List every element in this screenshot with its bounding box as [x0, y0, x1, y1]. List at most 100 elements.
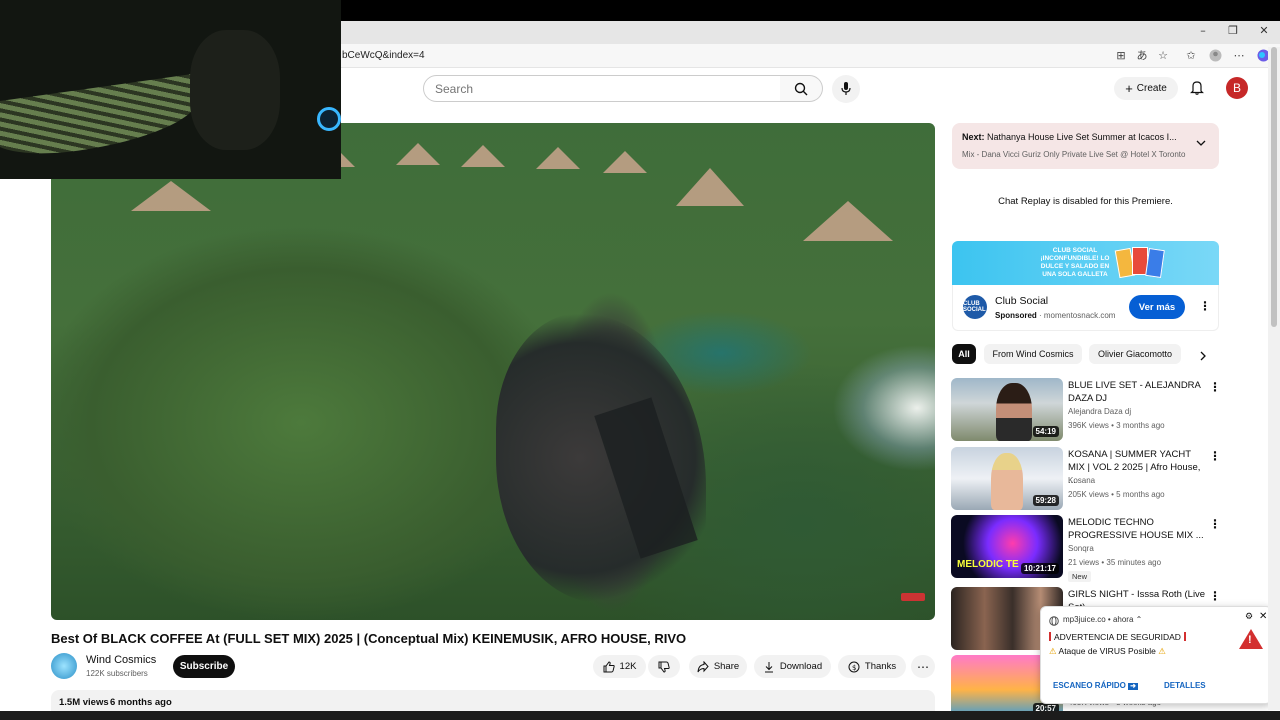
download-label: Download — [779, 661, 823, 672]
recommendation-item[interactable]: MELODIC TE 10:21:17 MELODIC TECHNO PROGR… — [951, 515, 1221, 582]
tent-roof — [536, 147, 580, 169]
webcam-overlay — [0, 0, 341, 179]
close-icon[interactable]: ✕ — [1259, 611, 1267, 622]
translate-icon[interactable]: あ — [1135, 49, 1149, 63]
ad-menu-icon[interactable]: ⋮ — [1199, 300, 1211, 312]
recommendation-item[interactable]: 59:28 KOSANA | SUMMER YACHT MIX | VOL 2 … — [951, 447, 1221, 511]
quick-scan-button[interactable]: ESCANEO RÁPIDO ➜ — [1053, 681, 1139, 690]
maximize-button[interactable]: ❐ — [1218, 24, 1248, 37]
ad-sponsored-label: Sponsored — [995, 311, 1037, 320]
popup-line1-text: ADVERTENCIA DE SEGURIDAD — [1054, 632, 1181, 642]
red-bar-icon — [1049, 632, 1051, 641]
create-label: Create — [1136, 83, 1167, 94]
download-button[interactable]: Download — [754, 655, 831, 678]
thanks-label: Thanks — [864, 661, 897, 672]
recommendation-item[interactable]: 54:19 BLUE LIVE SET - ALEJANDRA DAZA DJ … — [951, 378, 1221, 442]
search-box[interactable] — [423, 75, 781, 102]
dislike-button[interactable] — [648, 655, 680, 678]
recommendation-channel: Sonqra — [1068, 544, 1094, 553]
account-avatar[interactable]: B — [1226, 77, 1248, 99]
tent-roof — [461, 145, 505, 167]
tent-roof — [396, 143, 440, 165]
url-text[interactable]: bCeWcQ&index=4 — [342, 50, 425, 61]
create-button[interactable]: + Create — [1114, 77, 1178, 100]
video-thumbnail[interactable]: MELODIC TE 10:21:17 — [951, 515, 1063, 578]
recommendation-menu-icon[interactable]: ⋮ — [1209, 381, 1221, 393]
chip-olivier[interactable]: Olivier Giacomotto — [1089, 344, 1181, 364]
subscriber-count: 122K subscribers — [86, 669, 148, 678]
next-up-title-line: Next: Nathanya House Live Set Summer at … — [962, 132, 1177, 142]
extensions-icon[interactable]: ✩ — [1184, 49, 1198, 63]
quick-scan-label: ESCANEO RÁPIDO — [1053, 681, 1126, 690]
chevron-down-icon[interactable] — [1195, 137, 1207, 149]
minimize-button[interactable]: – — [1188, 24, 1218, 37]
ad-cta-button[interactable]: Ver más — [1129, 295, 1185, 319]
upload-age: 6 months ago — [110, 697, 172, 708]
ad-domain: momentosnack.com — [1043, 311, 1116, 320]
recommendation-menu-icon[interactable]: ⋮ — [1209, 450, 1221, 462]
channel-name[interactable]: Wind Cosmics — [86, 654, 156, 666]
warning-icon: ⚠ — [1049, 647, 1057, 657]
recommendation-title: BLUE LIVE SET - ALEJANDRA DAZA DJ — [1068, 380, 1201, 404]
tent-roof — [676, 168, 744, 206]
search-input[interactable] — [424, 76, 744, 101]
taskbar — [0, 711, 1280, 720]
ad-banner-text: CLUB SOCIAL ¡INCONFUNDIBLE! LO DULCE Y S… — [1040, 247, 1110, 278]
thanks-icon: $ — [848, 661, 860, 672]
popup-source-time: ahora — [1112, 615, 1134, 624]
favorite-star-icon[interactable]: ☆ — [1156, 49, 1170, 63]
bell-icon — [1190, 81, 1204, 95]
close-window-button[interactable]: ✕ — [1249, 24, 1279, 37]
view-count: 1.5M views — [59, 697, 109, 708]
thumbnail-person — [991, 453, 1023, 510]
more-menu-icon[interactable]: ⋯ — [1232, 49, 1246, 63]
details-button[interactable]: DETALLES — [1164, 681, 1206, 690]
globe-icon — [1049, 616, 1059, 626]
tent-roof — [603, 151, 647, 173]
voice-search-button[interactable] — [832, 75, 860, 103]
settings-gear-icon[interactable]: ⚙ — [1245, 612, 1253, 622]
thumbnail-text: MELODIC TE — [957, 559, 1019, 570]
video-title: Best Of BLACK COFFEE At (FULL SET MIX) 2… — [51, 631, 687, 646]
ad-logo: CLUB SOCIAL — [963, 295, 987, 319]
recommendation-menu-icon[interactable]: ⋮ — [1209, 518, 1221, 530]
tent-roof — [131, 181, 211, 211]
chevron-right-icon[interactable] — [1198, 351, 1208, 361]
video-player[interactable] — [51, 123, 935, 620]
chat-replay-message: Chat Replay is disabled for this Premier… — [998, 196, 1173, 207]
microphone-icon — [841, 82, 851, 95]
video-thumbnail[interactable]: 59:28 — [951, 447, 1063, 510]
page-scrollbar[interactable] — [1268, 47, 1280, 710]
notification-popup[interactable]: mp3juice.co • ahora ⌃ ⚙ ✕ ADVERTENCIA DE… — [1040, 606, 1272, 704]
chip-all[interactable]: All — [952, 344, 976, 364]
next-up-panel[interactable]: Next: Nathanya House Live Set Summer at … — [952, 123, 1219, 169]
popup-line2-text: Ataque de VIRUS Posible — [1058, 646, 1156, 656]
chip-from-channel[interactable]: From Wind Cosmics — [984, 344, 1082, 364]
thumbs-up-icon — [603, 660, 615, 672]
profile-icon[interactable] — [1208, 49, 1222, 63]
video-thumbnail[interactable]: 54:19 — [951, 378, 1063, 441]
scrollbar-thumb[interactable] — [1271, 47, 1277, 327]
arrow-badge-icon: ➜ — [1128, 683, 1139, 690]
popup-source-domain: mp3juice.co — [1063, 615, 1106, 624]
subscribe-button[interactable]: Subscribe — [173, 655, 235, 678]
share-button[interactable]: Share — [689, 655, 747, 678]
search-button[interactable] — [780, 75, 823, 102]
recommendation-meta: 205K views • 5 months ago — [1068, 490, 1165, 499]
channel-avatar[interactable] — [51, 653, 77, 679]
ad-product-image — [1145, 248, 1165, 278]
notifications-button[interactable] — [1190, 80, 1204, 100]
thumbnail-person — [996, 383, 1032, 441]
recommendation-channel: Kosana — [1068, 476, 1096, 485]
apps-icon[interactable]: ⊞ — [1114, 49, 1128, 63]
like-button[interactable]: 12K — [593, 655, 646, 678]
ad-name: Club Social — [995, 295, 1049, 307]
next-up-subtitle: Mix - Dana Vicci Guriz Only Private Live… — [962, 150, 1186, 159]
ad-banner[interactable]: CLUB SOCIAL ¡INCONFUNDIBLE! LO DULCE Y S… — [952, 241, 1219, 285]
recommendation-menu-icon[interactable]: ⋮ — [1209, 590, 1221, 602]
ad-info-row[interactable]: CLUB SOCIAL Club Social Sponsored · mome… — [952, 285, 1219, 331]
tent-roof — [803, 201, 893, 241]
thanks-button[interactable]: $ Thanks — [838, 655, 906, 678]
recommendation-meta: 21 views • 35 minutes ago — [1068, 558, 1162, 567]
more-actions-button[interactable]: ⋯ — [911, 655, 935, 678]
